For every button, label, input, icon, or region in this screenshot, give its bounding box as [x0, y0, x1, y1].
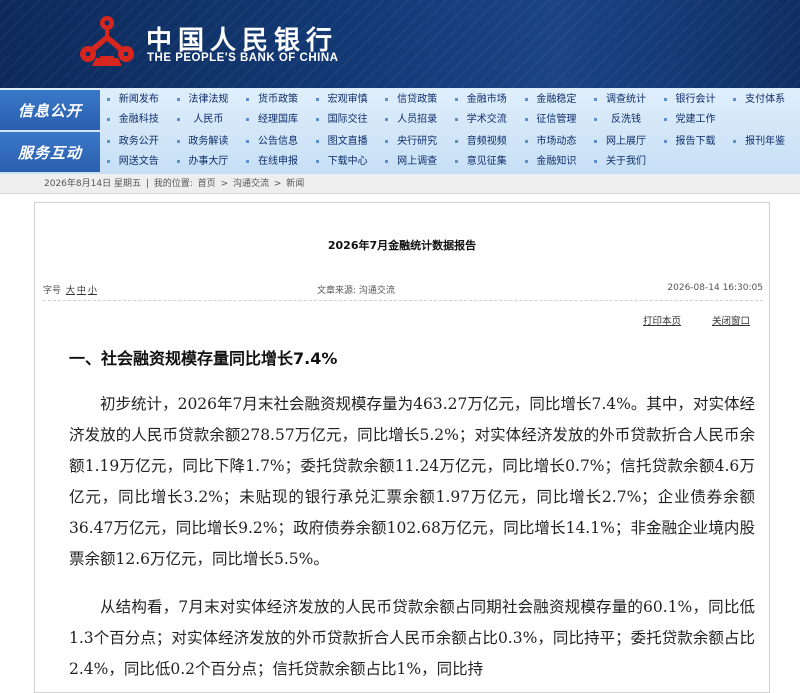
nav-item[interactable]: 意见征集: [452, 152, 522, 172]
breadcrumb: 2026年8月14日 星期五 | 我的位置: 首页 > 沟通交流 > 新闻: [0, 174, 800, 194]
nav-item[interactable]: 网上展厅: [591, 132, 661, 152]
location-label: 我的位置:: [153, 179, 193, 189]
nav-item[interactable]: 政务公开: [104, 132, 174, 152]
nav-item[interactable]: 报告下载: [661, 132, 731, 152]
nav-item[interactable]: 支付体系: [730, 90, 800, 110]
nav-group-label[interactable]: 服务互动: [0, 132, 100, 172]
nav-item[interactable]: 新闻发布: [104, 90, 174, 110]
font-size-label: 字号: [43, 286, 62, 296]
breadcrumb-separator: >: [220, 179, 231, 189]
nav-item[interactable]: 金融知识: [522, 152, 592, 172]
article-paragraph: 从结构看，7月末对实体经济发放的人民币贷款余额占同期社会融资规模存量的60.1%…: [69, 598, 755, 678]
nav-item[interactable]: 政务解读: [174, 132, 244, 152]
nav-item[interactable]: 关于我们: [591, 152, 661, 172]
nav-item[interactable]: 网送文告: [104, 152, 174, 172]
nav-item[interactable]: 市场动态: [522, 132, 592, 152]
font-size-large[interactable]: 大: [66, 286, 75, 296]
nav-group-info-disclosure: 信息公开 新闻发布 法律法规 货币政策 宏观审慎 信贷政策 金融市场 金融稳定 …: [0, 90, 800, 132]
nav-item[interactable]: 信贷政策: [382, 90, 452, 110]
nav-group-service-interaction: 服务互动 政务公开 政务解读 公告信息 图文直播 央行研究 音频视频 市场动态 …: [0, 132, 800, 174]
nav-item[interactable]: 人民币: [174, 110, 244, 130]
print-page-link[interactable]: 打印本页: [643, 313, 681, 327]
article-date: 2026-08-14 16:30:05: [667, 283, 763, 293]
article-paragraph: 初步统计，2026年7月末社会融资规模存量为463.27万亿元，同比增长7.4%…: [69, 395, 755, 568]
nav-item[interactable]: 在线申报: [243, 152, 313, 172]
close-window-link[interactable]: 关闭窗口: [712, 313, 750, 327]
nav-item[interactable]: 宏观审慎: [313, 90, 383, 110]
nav-item[interactable]: 征信管理: [522, 110, 592, 130]
nav-item[interactable]: 银行会计: [661, 90, 731, 110]
site-banner: 中国人民银行 THE PEOPLE'S BANK OF CHINA: [0, 0, 800, 88]
section-heading: 一、社会融资规模存量同比增长7.4%: [69, 349, 338, 368]
nav-item[interactable]: 调查统计: [591, 90, 661, 110]
main-navigation: 信息公开 新闻发布 法律法规 货币政策 宏观审慎 信贷政策 金融市场 金融稳定 …: [0, 88, 800, 174]
nav-item[interactable]: 金融市场: [452, 90, 522, 110]
nav-item[interactable]: 央行研究: [382, 132, 452, 152]
bank-name-english: THE PEOPLE'S BANK OF CHINA: [147, 52, 339, 64]
nav-item[interactable]: 经理国库: [243, 110, 313, 130]
current-date: 2026年8月14日 星期五: [44, 179, 141, 189]
nav-item[interactable]: 下载中心: [313, 152, 383, 172]
article-meta: 字号 大中小 文章来源: 沟通交流 2026-08-14 16:30:05: [43, 283, 763, 297]
nav-row: 网送文告 办事大厅 在线申报 下载中心 网上调查 意见征集 金融知识 关于我们: [104, 152, 800, 172]
font-size-small[interactable]: 小: [88, 286, 97, 296]
nav-item[interactable]: 报刊年鉴: [730, 132, 800, 152]
nav-item[interactable]: 公告信息: [243, 132, 313, 152]
nav-row: 金融科技 人民币 经理国库 国际交往 人员招录 学术交流 征信管理 反洗钱 党建…: [104, 110, 800, 130]
nav-row: 新闻发布 法律法规 货币政策 宏观审慎 信贷政策 金融市场 金融稳定 调查统计 …: [104, 90, 800, 110]
breadcrumb-separator: |: [145, 179, 149, 189]
nav-item[interactable]: 党建工作: [661, 110, 731, 130]
font-size-medium[interactable]: 中: [77, 286, 86, 296]
breadcrumb-item-news[interactable]: 新闻: [286, 179, 304, 189]
nav-item[interactable]: 国际交往: [313, 110, 383, 130]
nav-item[interactable]: 图文直播: [313, 132, 383, 152]
nav-item[interactable]: 金融科技: [104, 110, 174, 130]
nav-row: 政务公开 政务解读 公告信息 图文直播 央行研究 音频视频 市场动态 网上展厅 …: [104, 132, 800, 152]
pboc-emblem-icon[interactable]: [78, 14, 136, 72]
nav-item[interactable]: 金融稳定: [522, 90, 592, 110]
nav-item[interactable]: 办事大厅: [174, 152, 244, 172]
nav-item[interactable]: 人员招录: [382, 110, 452, 130]
nav-item[interactable]: 反洗钱: [591, 110, 661, 130]
meta-divider: [43, 300, 763, 301]
nav-item[interactable]: 货币政策: [243, 90, 313, 110]
nav-item[interactable]: 音频视频: [452, 132, 522, 152]
nav-item[interactable]: 学术交流: [452, 110, 522, 130]
breadcrumb-item-home[interactable]: 首页: [198, 179, 216, 189]
article-title: 2026年7月金融统计数据报告: [327, 239, 477, 252]
nav-item[interactable]: 法律法规: [174, 90, 244, 110]
breadcrumb-item-communication[interactable]: 沟通交流: [233, 179, 269, 189]
font-size-switcher: 字号 大中小: [43, 283, 97, 296]
article-panel: 2026年7月金融统计数据报告 字号 大中小 文章来源: 沟通交流 2026-0…: [34, 202, 770, 693]
nav-item[interactable]: 网上调查: [382, 152, 452, 172]
breadcrumb-separator: >: [273, 179, 285, 189]
nav-group-label[interactable]: 信息公开: [0, 90, 100, 130]
article-source: 文章来源: 沟通交流: [317, 286, 395, 296]
